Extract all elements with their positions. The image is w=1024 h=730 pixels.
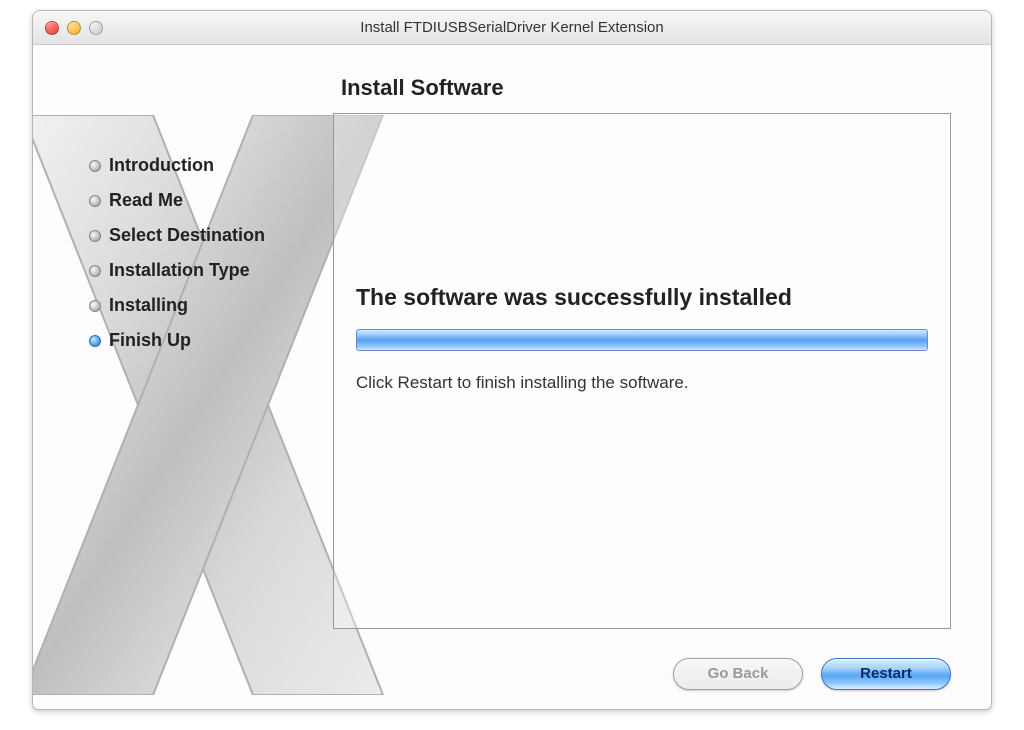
restart-button[interactable]: Restart bbox=[821, 658, 951, 690]
step-label: Select Destination bbox=[109, 225, 265, 246]
titlebar: Install FTDIUSBSerialDriver Kernel Exten… bbox=[33, 11, 991, 45]
progress-fill bbox=[357, 330, 927, 350]
bullet-icon bbox=[89, 160, 101, 172]
bullet-icon bbox=[89, 230, 101, 242]
step-installation-type: Installation Type bbox=[89, 260, 333, 281]
bullet-icon bbox=[89, 300, 101, 312]
step-label: Finish Up bbox=[109, 330, 191, 351]
step-label: Installation Type bbox=[109, 260, 250, 281]
main-area: Install Software The software was succes… bbox=[333, 45, 991, 639]
progress-bar bbox=[356, 329, 928, 351]
step-introduction: Introduction bbox=[89, 155, 333, 176]
hint-text: Click Restart to finish installing the s… bbox=[356, 373, 928, 393]
step-label: Read Me bbox=[109, 190, 183, 211]
step-installing: Installing bbox=[89, 295, 333, 316]
window-title: Install FTDIUSBSerialDriver Kernel Exten… bbox=[33, 19, 991, 36]
step-label: Installing bbox=[109, 295, 188, 316]
bullet-icon bbox=[89, 265, 101, 277]
zoom-icon bbox=[89, 21, 103, 35]
window-controls bbox=[45, 21, 103, 35]
step-select-destination: Select Destination bbox=[89, 225, 333, 246]
step-finish-up: Finish Up bbox=[89, 330, 333, 351]
close-icon[interactable] bbox=[45, 21, 59, 35]
installer-window: Install FTDIUSBSerialDriver Kernel Exten… bbox=[32, 10, 992, 710]
content-panel: The software was successfully installed … bbox=[333, 113, 951, 629]
go-back-button: Go Back bbox=[673, 658, 803, 690]
minimize-icon[interactable] bbox=[67, 21, 81, 35]
bullet-icon bbox=[89, 195, 101, 207]
section-title: Install Software bbox=[341, 75, 951, 101]
step-label: Introduction bbox=[109, 155, 214, 176]
bullet-icon bbox=[89, 335, 101, 347]
success-message: The software was successfully installed bbox=[356, 284, 928, 311]
window-body: Introduction Read Me Select Destination … bbox=[33, 45, 991, 709]
button-bar: Go Back Restart bbox=[33, 639, 991, 709]
steps-sidebar: Introduction Read Me Select Destination … bbox=[33, 45, 333, 639]
step-read-me: Read Me bbox=[89, 190, 333, 211]
